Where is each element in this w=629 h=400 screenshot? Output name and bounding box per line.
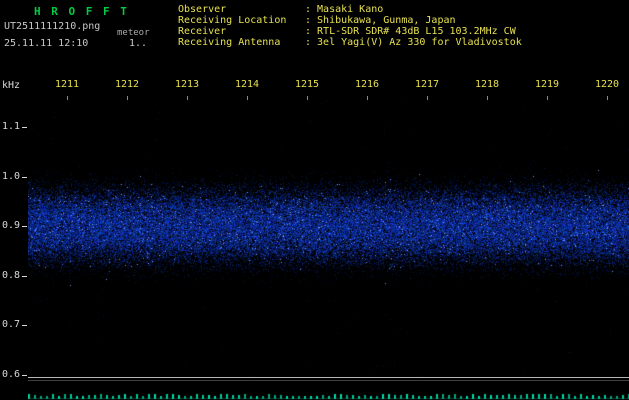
header-info-row: Receiving Antenna : 3el Yagi(V) Az 330 fo… xyxy=(178,37,522,48)
app-title: H R O F F T xyxy=(34,5,129,18)
y-tick-mark xyxy=(22,226,27,228)
y-tick-mark xyxy=(22,127,27,128)
x-tick-label: 1219 xyxy=(534,79,560,90)
info-value: : RTL-SDR SDR# 43dB L15 103.2MHz CW xyxy=(305,26,516,37)
spectrogram-canvas xyxy=(28,100,629,377)
x-tick-label: 1213 xyxy=(174,79,200,90)
header-info-block: Observer : Masaki Kano Receiving Location:… xyxy=(178,4,522,48)
x-tick-label: 1216 xyxy=(354,79,380,90)
x-tick-label: 1211 xyxy=(54,79,80,90)
y-tick-mark xyxy=(22,275,27,277)
x-tick-label: 1218 xyxy=(474,79,500,90)
y-tick-label: 0.8 xyxy=(1,269,20,281)
y-axis: 1.1 1.0 0.9 0.8 0.7 0.6 xyxy=(0,0,28,400)
info-label: Receiving Location xyxy=(178,15,287,26)
info-value: : Shibukawa, Gunma, Japan xyxy=(305,15,456,26)
x-axis: 1211 1212 1213 1214 1215 1216 1217 1218 1219 1220 xyxy=(0,79,629,100)
y-tick-mark xyxy=(22,325,27,327)
observation-tag: meteor xyxy=(117,28,150,38)
y-tick-label: 1.0 xyxy=(1,170,20,182)
info-label: Receiving Antenna xyxy=(178,37,281,48)
x-tick-label: 1212 xyxy=(114,79,140,90)
info-label: Receiver xyxy=(178,26,227,37)
extra-label: 1.. xyxy=(129,38,148,49)
y-tick-label: 0.6 xyxy=(1,369,20,380)
hrofft-spectrogram-window: H R O F F T UT2511111210.png meteor 25.1… xyxy=(0,0,629,400)
signal-level-graph-canvas xyxy=(28,378,629,400)
y-tick-label: 1.1 xyxy=(1,121,20,132)
info-label: Observer xyxy=(178,4,227,15)
y-tick-label: 0.7 xyxy=(1,319,20,331)
y-tick-mark xyxy=(22,375,27,376)
header-info-row: Receiver : RTL-SDR SDR# 43dB L15 103.2MHz… xyxy=(178,26,522,37)
y-tick-mark xyxy=(22,176,27,178)
info-value: : Masaki Kano xyxy=(305,4,384,15)
x-tick-label: 1217 xyxy=(414,79,440,90)
header-info-row: Observer : Masaki Kano xyxy=(178,4,522,15)
y-tick-label: 0.9 xyxy=(1,220,20,232)
info-value: : 3el Yagi(V) Az 330 for Vladivostok xyxy=(305,37,522,48)
x-tick-label: 1214 xyxy=(234,79,260,90)
x-tick-label: 1215 xyxy=(294,79,320,90)
header-info-row: Receiving Location : Shibukawa, Gunma, Ja… xyxy=(178,15,522,26)
x-tick-label: 1220 xyxy=(594,79,620,90)
